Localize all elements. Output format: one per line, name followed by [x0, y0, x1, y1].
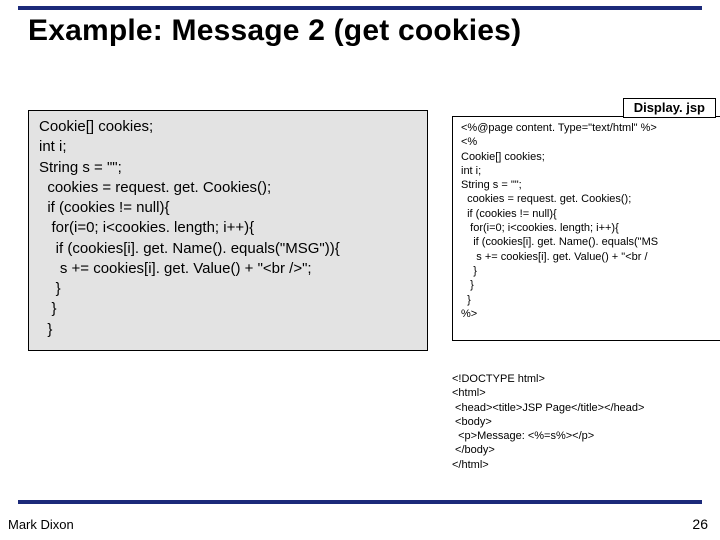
html-snippet-right: <!DOCTYPE html> <html> <head><title>JSP …	[452, 372, 720, 472]
code-snippet-right: <%@page content. Type="text/html" %> <% …	[452, 116, 720, 341]
top-rule	[18, 6, 702, 10]
file-label-tab: Display. jsp	[623, 98, 716, 118]
code-snippet-left: Cookie[] cookies; int i; String s = ""; …	[28, 110, 428, 351]
slide-title: Example: Message 2 (get cookies)	[28, 14, 521, 48]
author-name: Mark Dixon	[8, 517, 74, 532]
slide-number: 26	[692, 516, 708, 532]
bottom-rule	[18, 500, 702, 504]
